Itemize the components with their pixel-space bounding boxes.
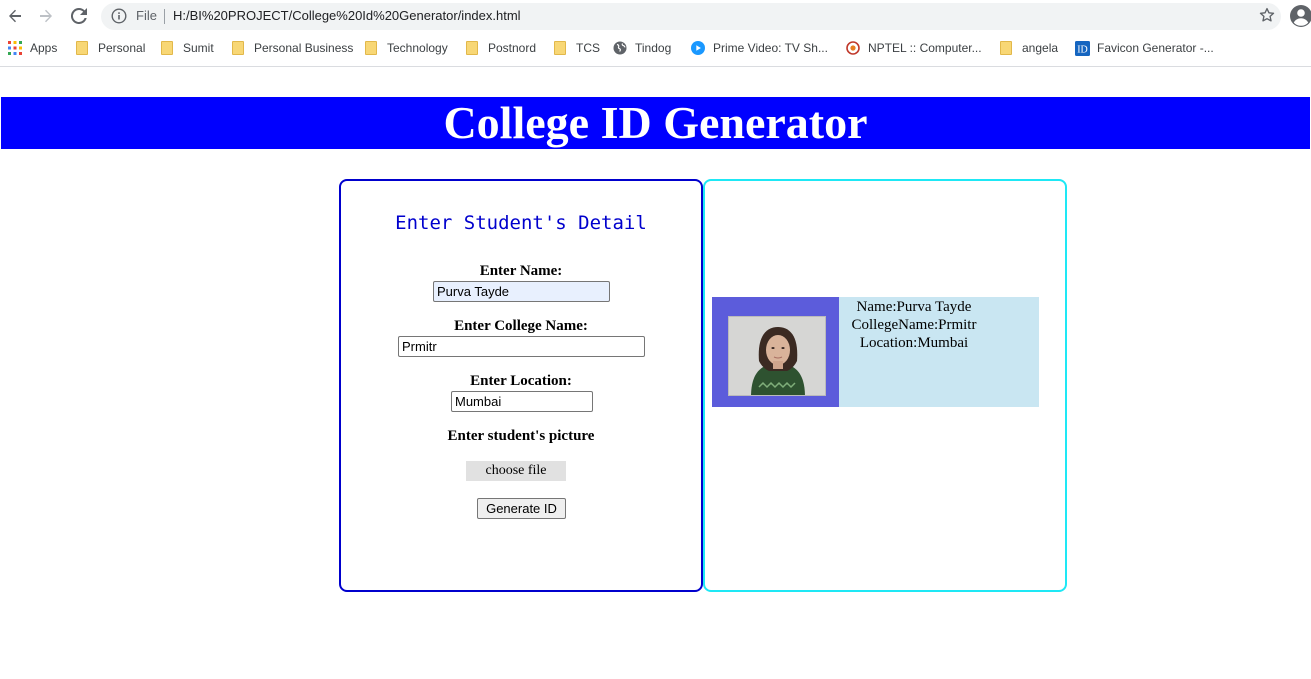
bookmark-personal-business[interactable]: Personal Business	[232, 40, 353, 56]
profile-avatar-icon[interactable]	[1290, 5, 1311, 27]
page-title: College ID Generator	[443, 97, 868, 148]
bookmark-postnord[interactable]: Postnord	[466, 40, 536, 56]
favicon-generator-icon: ID	[1075, 41, 1090, 56]
bookmark-label: NPTEL :: Computer...	[868, 41, 982, 55]
choose-file-button[interactable]: choose file	[466, 461, 566, 481]
forward-arrow-icon	[40, 9, 52, 23]
folder-icon	[1000, 41, 1014, 55]
bookmark-label: Apps	[30, 41, 58, 55]
back-arrow-icon	[9, 9, 21, 23]
bookmark-angela[interactable]: angela	[1000, 40, 1058, 56]
bookmark-label: Prime Video: TV Sh...	[713, 41, 828, 55]
folder-icon	[161, 41, 175, 55]
id-name-line: Name:Purva Tayde	[856, 299, 972, 315]
bookmark-label: angela	[1022, 41, 1059, 55]
bookmark-label: Sumit	[183, 41, 214, 55]
form-heading: Enter Student's Detail	[395, 212, 647, 234]
bookmark-label: Favicon Generator -...	[1097, 41, 1214, 55]
folder-icon	[232, 41, 246, 55]
student-form-card: Enter Student's Detail Enter Name: Enter…	[339, 179, 703, 592]
bookmark-label: Personal Business	[254, 41, 354, 55]
photo-area	[712, 297, 839, 407]
back-button[interactable]	[4, 5, 26, 27]
bookmarks-bar: Apps Personal Sumit Personal Business Te…	[0, 36, 1311, 60]
url-text[interactable]: H:/BI%20PROJECT/College%20Id%20Generator…	[173, 8, 521, 23]
picture-label: Enter student's picture	[447, 428, 595, 444]
bookmark-nptel[interactable]: NPTEL :: Computer...	[846, 40, 982, 56]
nptel-icon	[846, 41, 860, 55]
bookmark-tindog[interactable]: Tindog	[613, 40, 671, 56]
name-label: Enter Name:	[479, 263, 563, 279]
college-name-input[interactable]	[398, 336, 645, 357]
bookmark-apps[interactable]: Apps	[8, 40, 57, 56]
bookmark-label: TCS	[576, 41, 600, 55]
bookmark-label: Technology	[387, 41, 448, 55]
forward-button[interactable]	[35, 5, 57, 27]
bookmark-prime-video[interactable]: Prime Video: TV Sh...	[691, 40, 828, 56]
bookmark-star-icon[interactable]	[1258, 6, 1276, 24]
bookmark-sumit[interactable]: Sumit	[161, 40, 214, 56]
id-college-line: CollegeName:Prmitr	[851, 317, 977, 333]
folder-icon	[466, 41, 480, 55]
id-card-panel: Name:Purva Tayde CollegeName:Prmitr Loca…	[703, 179, 1067, 592]
location-input[interactable]	[451, 391, 593, 412]
bookmark-label: Tindog	[635, 41, 672, 55]
bookmark-favicon-generator[interactable]: ID Favicon Generator -...	[1075, 40, 1214, 56]
generated-id-card: Name:Purva Tayde CollegeName:Prmitr Loca…	[712, 297, 1039, 407]
folder-icon	[554, 41, 568, 55]
college-name-label: Enter College Name:	[454, 318, 588, 334]
browser-toolbar: File H:/BI%20PROJECT/College%20Id%20Gene…	[0, 0, 1311, 32]
id-location-line: Location:Mumbai	[859, 335, 969, 351]
folder-icon	[76, 41, 90, 55]
bookmark-tcs[interactable]: TCS	[554, 40, 600, 56]
generate-id-button[interactable]: Generate ID	[477, 498, 566, 519]
prime-video-icon	[691, 41, 705, 55]
scheme-label: File	[136, 8, 157, 23]
name-input[interactable]	[433, 281, 610, 302]
student-photo	[728, 316, 826, 396]
folder-icon	[365, 41, 379, 55]
id-card-details: Name:Purva Tayde CollegeName:Prmitr Loca…	[840, 298, 988, 352]
location-label: Enter Location:	[470, 373, 572, 389]
chrome-divider	[0, 66, 1311, 67]
title-banner: College ID Generator	[1, 97, 1310, 149]
bookmark-personal[interactable]: Personal	[76, 40, 145, 56]
bookmark-label: Postnord	[488, 41, 537, 55]
bookmark-label: Personal	[98, 41, 146, 55]
reload-icon	[71, 8, 87, 24]
address-bar[interactable]: File H:/BI%20PROJECT/College%20Id%20Gene…	[101, 3, 1281, 30]
reload-button[interactable]	[68, 5, 90, 27]
svg-text:ID: ID	[1077, 45, 1088, 56]
globe-icon	[613, 41, 627, 55]
info-icon[interactable]	[111, 8, 127, 24]
omnibox-separator	[164, 9, 165, 24]
bookmark-technology[interactable]: Technology	[365, 40, 448, 56]
apps-grid-icon	[8, 41, 22, 55]
